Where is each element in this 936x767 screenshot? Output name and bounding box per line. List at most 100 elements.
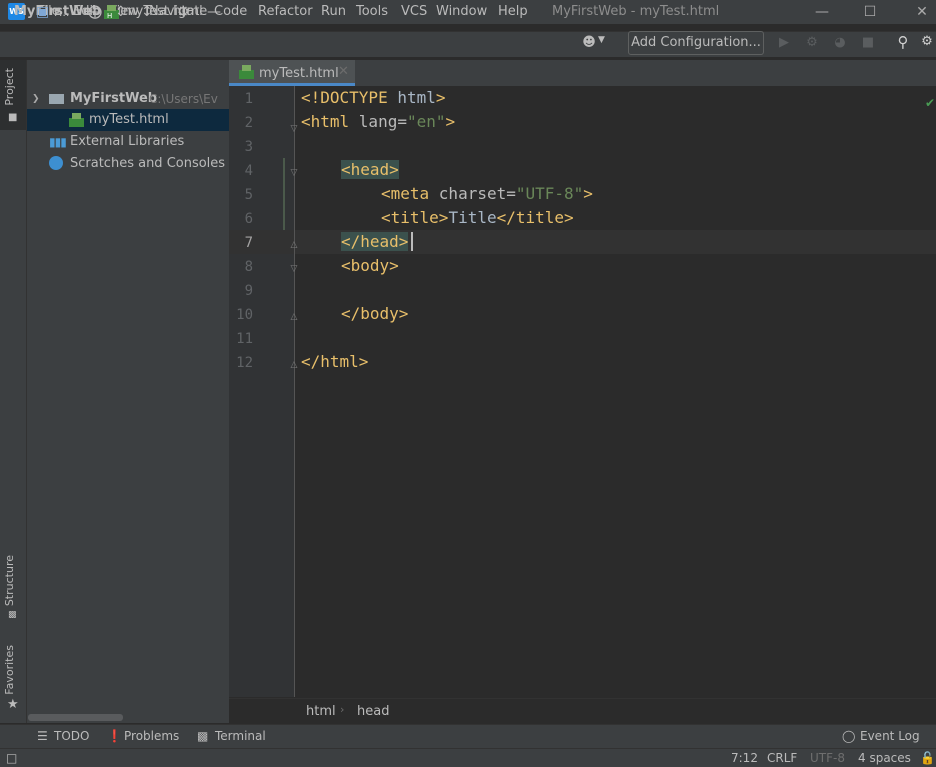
- nav-file-name[interactable]: myTest.html: [123, 4, 203, 19]
- locate-icon[interactable]: ⨁: [88, 4, 102, 20]
- menu-run[interactable]: Run: [321, 4, 346, 19]
- file-encoding[interactable]: UTF-8: [810, 751, 845, 765]
- folder-icon: ■: [8, 112, 18, 123]
- tree-item-label: External Libraries: [70, 134, 185, 149]
- minimize-icon[interactable]: —: [812, 2, 832, 22]
- code-line: <meta charset="UTF-8">: [381, 184, 593, 203]
- fold-end-icon[interactable]: △: [289, 240, 299, 250]
- line-number: 10: [236, 307, 253, 323]
- run-icon[interactable]: ▶: [775, 34, 793, 52]
- favorites-tool-tab[interactable]: Favorites: [3, 645, 16, 695]
- current-line-highlight: [229, 230, 936, 254]
- tree-item-project-root[interactable]: ❯ MyFirstWeb C:\Users\Ev: [27, 88, 229, 110]
- hide-panel-icon[interactable]: —: [207, 4, 221, 20]
- collapse-all-icon[interactable]: ↕: [141, 4, 153, 20]
- tree-item-file-selected[interactable]: myTest.html: [27, 109, 229, 131]
- tree-item-label: myTest.html: [89, 112, 169, 127]
- tree-item-label: Scratches and Consoles: [70, 156, 226, 171]
- tree-item-path: C:\Users\Ev: [149, 92, 218, 106]
- structure-tool-tab[interactable]: Structure: [3, 555, 16, 606]
- svg-text:H: H: [107, 12, 112, 19]
- terminal-tool-button[interactable]: Terminal: [215, 729, 266, 743]
- text-caret: [411, 232, 413, 251]
- code-line: <!DOCTYPE html>: [301, 88, 446, 107]
- libraries-icon: ▮▮▮: [49, 135, 67, 149]
- line-number: 11: [236, 331, 253, 347]
- debug-icon[interactable]: ⚙: [803, 34, 821, 52]
- no-problems-check-icon[interactable]: ✔: [925, 96, 935, 110]
- chevron-right-icon: ›: [340, 703, 345, 716]
- line-number: 8: [244, 259, 253, 275]
- tree-item-external-libraries[interactable]: ▮▮▮ External Libraries: [27, 131, 229, 153]
- stop-icon[interactable]: ■: [859, 34, 877, 52]
- menu-window[interactable]: Window: [436, 4, 487, 19]
- menu-tools[interactable]: Tools: [356, 4, 388, 19]
- line-number: 12: [236, 355, 253, 371]
- breadcrumb-item[interactable]: html: [306, 704, 336, 719]
- coverage-icon[interactable]: ◕: [831, 34, 849, 52]
- horizontal-scrollbar[interactable]: [28, 714, 123, 721]
- close-window-icon[interactable]: ✕: [912, 2, 932, 22]
- add-configuration-button[interactable]: Add Configuration...: [628, 31, 764, 55]
- breadcrumb-item[interactable]: head: [357, 704, 389, 719]
- menu-vcs[interactable]: VCS: [401, 4, 427, 19]
- problems-icon: ❗: [107, 729, 122, 743]
- line-number: 4: [244, 163, 253, 179]
- html-file-icon: [69, 113, 84, 131]
- editor-tab-label: myTest.html: [259, 66, 339, 81]
- change-marker: [283, 158, 285, 230]
- chevron-down-icon[interactable]: ▼: [598, 35, 605, 45]
- tree-item-scratches[interactable]: Scratches and Consoles: [27, 153, 229, 175]
- code-line: <title>Title</title>: [381, 208, 574, 227]
- fold-marker-icon[interactable]: ▽: [289, 168, 299, 178]
- code-line: <html lang="en">: [301, 112, 456, 131]
- fold-marker-icon[interactable]: ▽: [289, 264, 299, 274]
- search-icon[interactable]: ⚲: [894, 33, 912, 51]
- problems-tool-button[interactable]: Problems: [124, 729, 179, 743]
- settings-icon[interactable]: ⚙: [918, 33, 936, 51]
- html-file-icon: [239, 65, 254, 83]
- lock-icon[interactable]: 🔓: [920, 751, 935, 765]
- folder-icon: [49, 94, 64, 104]
- code-line: </body>: [341, 304, 409, 323]
- todo-tool-button[interactable]: TODO: [54, 729, 89, 743]
- navigation-bar: [0, 31, 936, 57]
- line-separator[interactable]: CRLF: [767, 751, 797, 765]
- line-number-current: 7: [244, 235, 253, 251]
- tree-item-label: MyFirstWeb: [70, 91, 158, 106]
- project-view-icon[interactable]: ▣: [36, 4, 49, 20]
- line-number: 9: [244, 283, 253, 299]
- chevron-down-icon: ❯: [32, 94, 40, 104]
- code-line: <body>: [341, 256, 399, 275]
- user-icon[interactable]: ☻: [580, 34, 598, 52]
- code-line: <head>: [341, 160, 399, 179]
- event-log-icon: ◯: [842, 729, 856, 743]
- code-line: </head>: [341, 232, 409, 251]
- list-icon: ☰: [37, 729, 48, 743]
- structure-icon: ▩: [8, 610, 17, 620]
- line-number: 2: [244, 115, 253, 131]
- scratches-icon: [49, 156, 63, 170]
- left-tool-stripe: [0, 60, 27, 723]
- maximize-icon[interactable]: ☐: [860, 2, 880, 22]
- menu-help[interactable]: Help: [498, 4, 528, 19]
- toggle-tool-windows-icon[interactable]: □: [6, 751, 17, 765]
- project-view-selector[interactable]: P...: [54, 6, 69, 19]
- caret-position[interactable]: 7:12: [731, 751, 758, 765]
- close-tab-icon[interactable]: ✕: [338, 64, 349, 79]
- fold-end-icon[interactable]: △: [289, 360, 299, 370]
- code-line: </html>: [301, 352, 369, 371]
- window-title: MyFirstWeb - myTest.html: [552, 4, 720, 19]
- event-log-button[interactable]: Event Log: [860, 729, 920, 743]
- gear-icon[interactable]: ⚙: [177, 4, 190, 20]
- project-tool-tab[interactable]: Project: [3, 68, 16, 106]
- line-number: 5: [244, 187, 253, 203]
- expand-all-icon[interactable]: ⇕: [115, 4, 127, 20]
- indent-setting[interactable]: 4 spaces: [858, 751, 911, 765]
- fold-end-icon[interactable]: △: [289, 312, 299, 322]
- star-icon: ★: [7, 697, 19, 712]
- line-number: 1: [244, 91, 253, 107]
- menu-refactor[interactable]: Refactor: [258, 4, 313, 19]
- terminal-icon: ▩: [197, 729, 209, 743]
- fold-marker-icon[interactable]: ▽: [289, 124, 299, 134]
